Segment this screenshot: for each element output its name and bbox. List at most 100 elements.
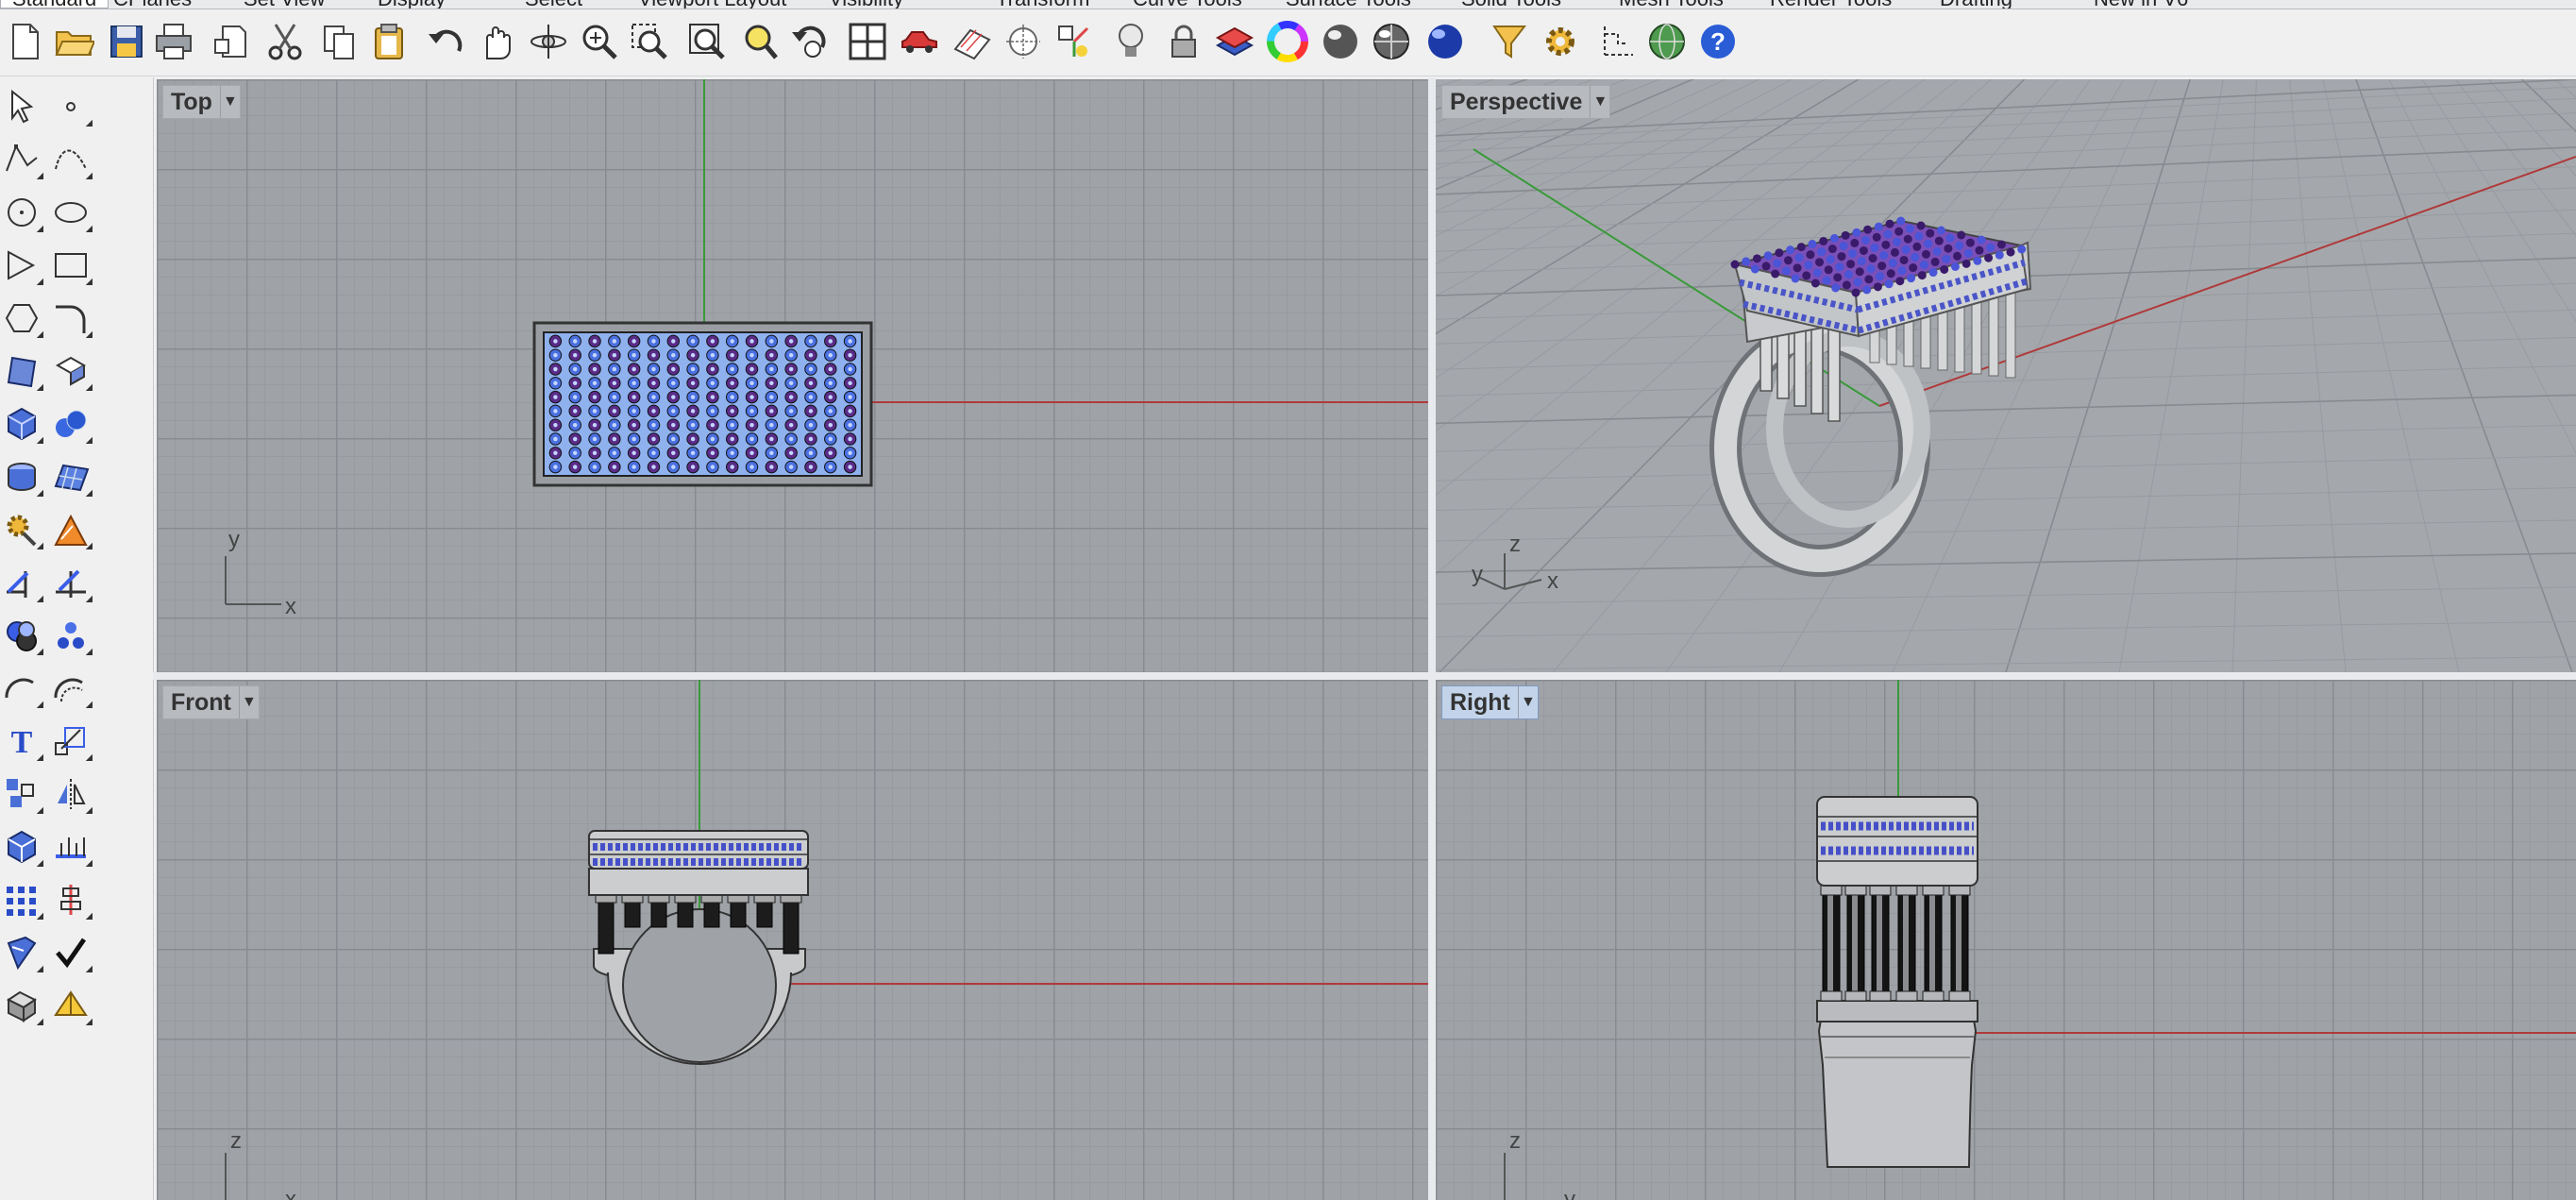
block-tool-button[interactable] <box>0 984 43 1027</box>
zoom-button[interactable] <box>575 17 624 66</box>
open-folder-button[interactable] <box>49 17 98 66</box>
render-material-tool-button[interactable] <box>0 931 43 974</box>
ribbon-tab[interactable]: Solid Tools <box>1461 0 1561 8</box>
color-wheel-button[interactable] <box>1263 17 1312 66</box>
ribbon-tab[interactable]: Drafting <box>1940 0 2012 8</box>
array-tool-button[interactable] <box>0 878 43 921</box>
polyline-tool-button[interactable] <box>0 138 43 181</box>
boolean-union-tool-button[interactable] <box>0 614 43 657</box>
fillet-curve-tool-button[interactable] <box>49 296 93 340</box>
viewport-right[interactable]: Right ▼ z y <box>1436 680 2576 1200</box>
new-file-button[interactable] <box>0 17 49 66</box>
copy-button[interactable] <box>315 17 364 66</box>
scale-tool-button[interactable] <box>49 719 93 763</box>
save-button[interactable] <box>102 17 151 66</box>
undo-view-button[interactable] <box>784 17 833 66</box>
zoom-selected-button[interactable] <box>735 17 784 66</box>
rendered-sphere-button[interactable] <box>1367 17 1416 66</box>
shaded-sphere-button[interactable] <box>1316 17 1365 66</box>
arc-offset-tool-button[interactable] <box>49 667 93 710</box>
pan-hand-button[interactable] <box>470 17 519 66</box>
ribbon-tab[interactable]: Standard <box>0 0 109 8</box>
chevron-down-icon[interactable]: ▼ <box>219 86 240 118</box>
render-blue-sphere-button[interactable] <box>1421 17 1470 66</box>
text-tool-button[interactable]: T <box>0 719 43 763</box>
viewport-title-perspective[interactable]: Perspective ▼ <box>1441 85 1611 119</box>
surface-tool-button[interactable] <box>0 349 43 393</box>
car-button[interactable] <box>895 17 944 66</box>
circle-tool-button[interactable] <box>0 191 43 234</box>
ribbon-tab[interactable]: Curve Tools <box>1133 0 1242 8</box>
mesh-surface-tool-button[interactable] <box>49 455 93 499</box>
split-tool-button[interactable] <box>49 561 93 604</box>
help-button[interactable]: ? <box>1693 17 1743 66</box>
ribbon-tab[interactable]: Render Tools <box>1770 0 1892 8</box>
viewport-title-front[interactable]: Front ▼ <box>162 685 260 719</box>
ribbon-tab[interactable]: Select <box>525 0 582 8</box>
polygon-hex-tool-button[interactable] <box>0 296 43 340</box>
points-cloud-tool-button[interactable] <box>49 614 93 657</box>
gumball-button[interactable] <box>1050 17 1099 66</box>
ribbon-tab[interactable]: Display <box>378 0 446 8</box>
split-icon <box>56 569 86 598</box>
zoom-extents-button[interactable] <box>682 17 732 66</box>
mirror-tool-button[interactable] <box>49 772 93 816</box>
point-tool-button[interactable] <box>49 85 93 128</box>
light-button[interactable] <box>1106 17 1155 66</box>
filter-button[interactable] <box>1485 17 1534 66</box>
layer-button[interactable] <box>1210 17 1259 66</box>
cylinder-tool-button[interactable] <box>0 455 43 499</box>
rotate-view-button[interactable] <box>524 17 573 66</box>
viewport-splitter-vertical[interactable] <box>1428 77 1436 1200</box>
viewport-title-right[interactable]: Right ▼ <box>1441 685 1539 719</box>
solid-edit-tool-button[interactable] <box>0 825 43 869</box>
osnap-button[interactable] <box>999 17 1048 66</box>
ribbon-tab[interactable]: Surface Tools <box>1286 0 1411 8</box>
viewport-splitter-horizontal[interactable] <box>153 672 2576 680</box>
cut-button[interactable] <box>261 17 310 66</box>
ribbon-tab[interactable]: CPlanes <box>113 0 192 8</box>
align-tool-button[interactable] <box>49 878 93 921</box>
chevron-down-icon[interactable]: ▼ <box>1590 86 1609 118</box>
ribbon-tab[interactable]: New in V6 <box>2094 0 2188 8</box>
globe-button[interactable] <box>1642 17 1692 66</box>
dimension-tool-tool-button[interactable] <box>49 825 93 869</box>
ribbon-tab[interactable]: Visibility <box>829 0 903 8</box>
pyramid-tool-button[interactable] <box>49 984 93 1027</box>
trim-tool-button[interactable] <box>0 561 43 604</box>
paste-button[interactable] <box>364 17 413 66</box>
chevron-down-icon[interactable]: ▼ <box>238 686 259 718</box>
select-arrow-tool-button[interactable] <box>0 85 43 128</box>
zoom-window-icon <box>631 24 667 59</box>
cplane-button[interactable] <box>948 17 997 66</box>
dimension-button[interactable] <box>1593 17 1642 66</box>
ribbon-tab[interactable]: Viewport Layout <box>638 0 786 8</box>
import-button[interactable] <box>206 17 255 66</box>
viewport-perspective[interactable]: Perspective ▼ z x y <box>1436 79 2576 672</box>
curve-tool-button[interactable] <box>49 138 93 181</box>
options-gear-button[interactable] <box>1536 17 1585 66</box>
polygon-tool-button[interactable] <box>0 244 43 287</box>
viewport-top[interactable]: Top ▼ y x <box>157 79 1428 672</box>
lock-button[interactable] <box>1159 17 1208 66</box>
ribbon-tab[interactable]: Transform <box>996 0 1089 8</box>
viewport-front[interactable]: Front ▼ z x <box>157 680 1428 1200</box>
explode-tool-button[interactable] <box>49 508 93 551</box>
gear-transform-tool-button[interactable] <box>0 508 43 551</box>
group-tool-button[interactable] <box>0 772 43 816</box>
arc-tool-button[interactable] <box>0 667 43 710</box>
ellipse-tool-button[interactable] <box>49 191 93 234</box>
viewport-title-top[interactable]: Top ▼ <box>162 85 241 119</box>
extrude-surface-tool-button[interactable] <box>49 349 93 393</box>
four-viewports-button[interactable] <box>843 17 892 66</box>
ribbon-tab[interactable]: Mesh Tools <box>1619 0 1724 8</box>
ribbon-tab[interactable]: Set View <box>244 0 325 8</box>
rectangle-tool-button[interactable] <box>49 244 93 287</box>
check-tool-button[interactable] <box>49 931 93 974</box>
print-button[interactable] <box>149 17 198 66</box>
chevron-down-icon[interactable]: ▼ <box>1517 686 1538 718</box>
box-solid-tool-button[interactable] <box>0 402 43 446</box>
sphere-solid-tool-button[interactable] <box>49 402 93 446</box>
zoom-window-button[interactable] <box>625 17 674 66</box>
undo-button[interactable] <box>421 17 470 66</box>
